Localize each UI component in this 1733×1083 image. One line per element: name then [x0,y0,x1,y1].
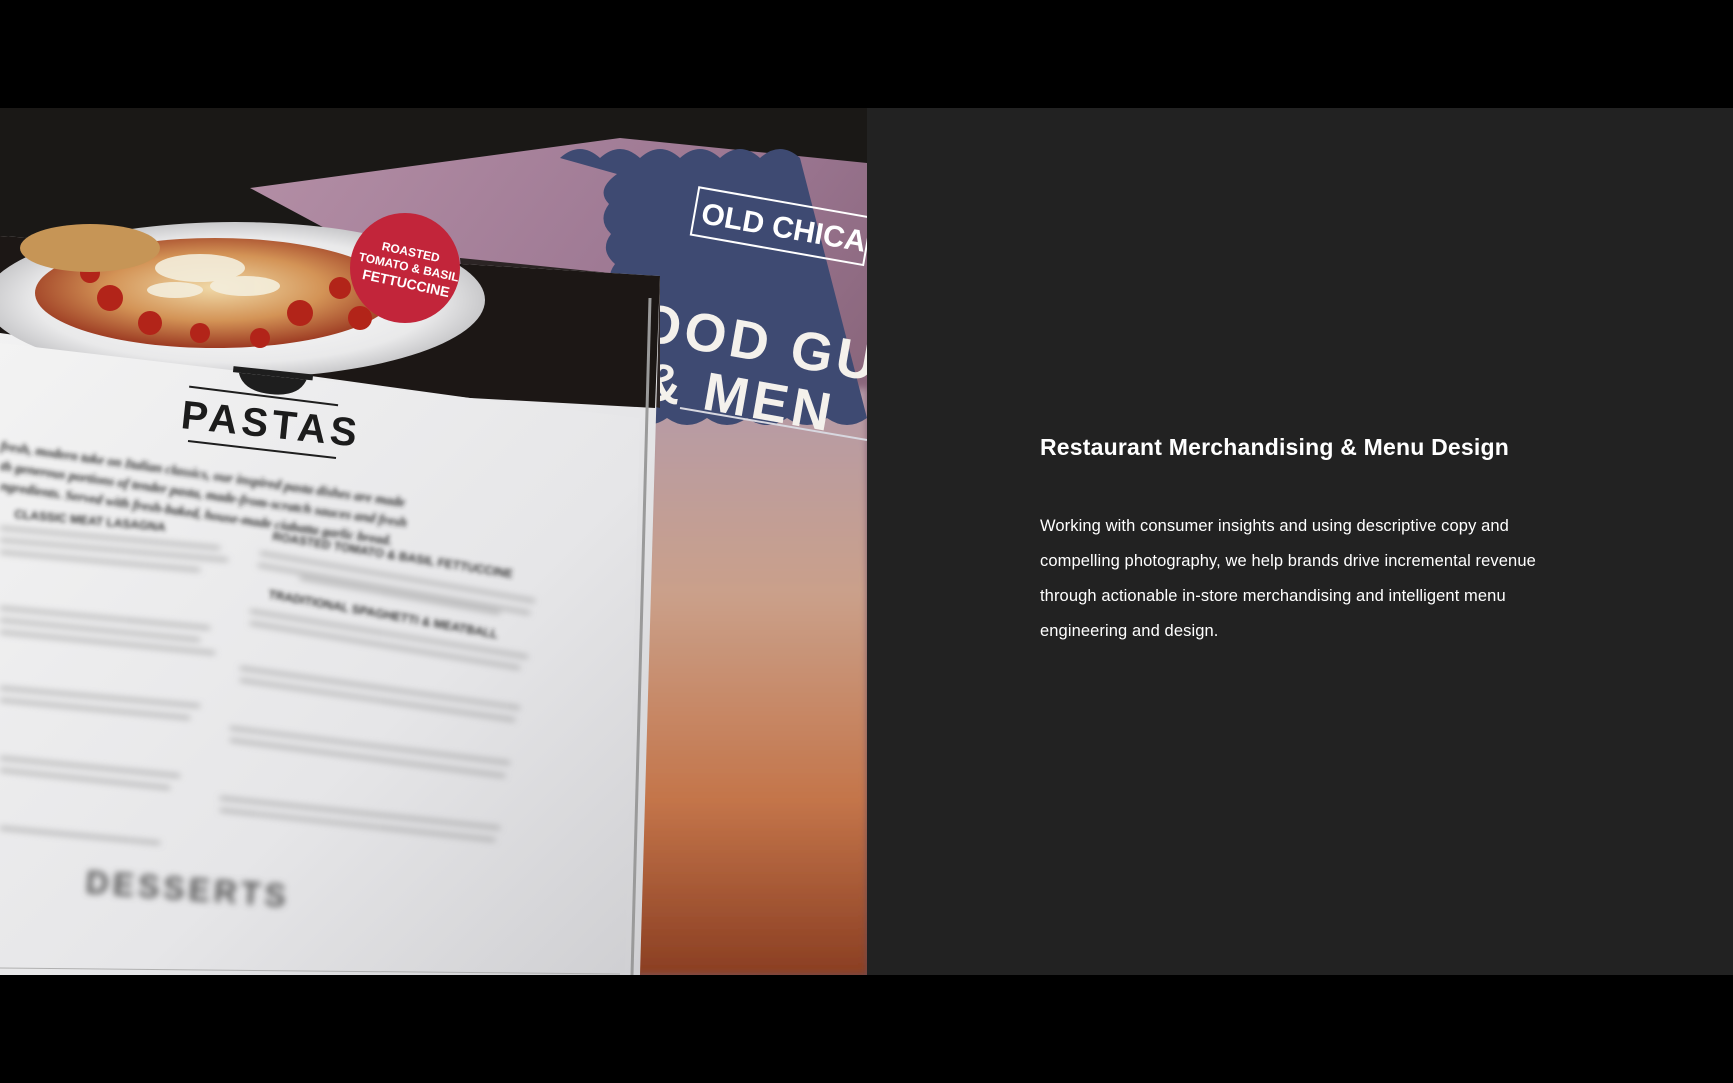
info-panel: Restaurant Merchandising & Menu Design W… [867,108,1733,975]
letterbox-bottom [0,975,1733,1083]
menu-photo-illustration: OLD CHICA FOOD GU & MEN ROASTED TOMATO &… [0,108,867,975]
slide-description: Working with consumer insights and using… [1040,517,1536,640]
slide-frame: OLD CHICA FOOD GU & MEN ROASTED TOMATO &… [0,0,1733,1083]
menu-photo: OLD CHICA FOOD GU & MEN ROASTED TOMATO &… [0,108,867,975]
slide-content: OLD CHICA FOOD GU & MEN ROASTED TOMATO &… [0,108,1733,975]
letterbox-top [0,0,1733,108]
slide-title: Restaurant Merchandising & Menu Design [1040,434,1509,460]
